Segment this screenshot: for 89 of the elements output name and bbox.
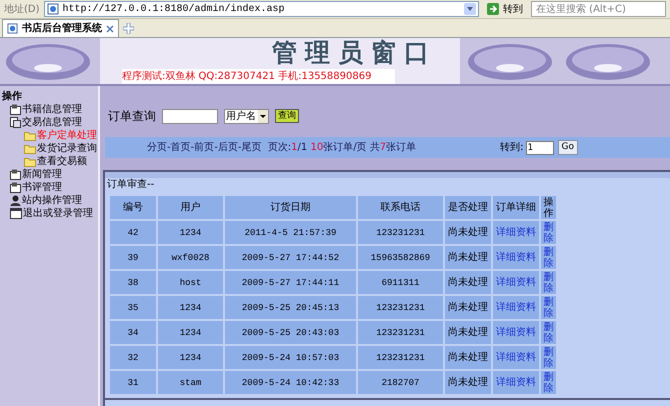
table-cell: wxf0028 [172,252,210,262]
delete-link[interactable]: 删除 [543,222,554,244]
arrow-icon [487,3,499,15]
delete-link[interactable]: 删除 [543,322,554,344]
banner-title: 管理员窗口 [272,39,437,67]
table-cell: 尚未处理 [448,277,488,288]
table-cell: 39 [128,252,138,262]
table-cell: 1234 [180,302,202,312]
table-cell: 2009-5-27 17:44:52 [242,252,340,262]
query-button[interactable]: 查询 [275,109,299,123]
go-page-button[interactable]: Go [558,140,578,155]
new-tab-icon[interactable] [123,23,134,34]
column-header: 是否处理 [445,196,491,219]
column-header: 用户 [158,196,223,219]
sidebar-item[interactable]: 发货记录查询 [37,142,97,155]
type-select[interactable]: 用户名 [224,108,269,124]
table-cell: 2011-4-5 21:57:39 [244,228,336,238]
column-header: 订货日期 [225,196,356,219]
sidebar-heading: 操作 [2,90,22,103]
delete-link[interactable]: 删除 [543,246,554,268]
table-cell: 2009-5-25 20:43:03 [242,328,340,338]
table-cell: 31 [128,378,138,388]
table-cell: 32 [128,352,138,362]
page-input[interactable]: 1 [526,140,554,154]
page-icon [7,23,18,34]
table-cell: 2009-5-27 17:44:11 [242,278,340,288]
table-cell: 35 [128,302,138,312]
table-cell: 1234 [180,328,202,338]
folder-icon [24,156,36,166]
folder-icon [24,130,36,140]
sidebar-item[interactable]: 书评管理 [22,181,62,194]
dropdown-icon[interactable] [258,110,268,122]
close-icon[interactable] [106,24,114,32]
search-field[interactable]: 在这里搜索 (Alt+C) [531,1,666,17]
table-cell: 尚未处理 [448,227,488,238]
column-header: 联系电话 [358,196,443,219]
url-text: http://127.0.0.1:8180/admin/index.asp [62,2,286,16]
pager-text: 分页-首页-前页-后页-尾页 页次:1/1 10张订单/页 共7张订单 [147,140,416,155]
search-label: 订单查询 [108,108,156,125]
window-icon [10,208,22,219]
browser-tab[interactable]: 书店后台管理系统 [2,19,119,37]
delete-link[interactable]: 删除 [543,296,554,318]
table-cell: stam [180,378,202,388]
column-header: 编号 [110,196,156,219]
table-cell: 尚未处理 [448,252,488,263]
sidebar-item[interactable]: 站内操作管理 [22,194,82,207]
goto-label: 转到: [500,141,524,155]
go-button[interactable]: 转到 [483,1,527,17]
table-cell: 42 [128,228,138,238]
table-cell: 123231231 [376,352,425,362]
table-cell: 尚未处理 [448,352,488,363]
banner-subtitle: 程序测试:双鱼林 QQ:287307421 手机:13558890869 [122,69,396,84]
address-field[interactable]: http://127.0.0.1:8180/admin/index.asp [44,1,479,17]
book-icon [10,104,21,115]
table-cell: 123231231 [376,328,425,338]
table-cell: 1234 [180,228,202,238]
table-cell: 2009-5-25 20:45:13 [242,302,340,312]
table-cell: 1234 [180,352,202,362]
address-label: 地址(D) [4,2,40,16]
table-cell: 6911311 [382,278,420,288]
sidebar-item[interactable]: 查看交易额 [37,155,87,168]
delete-link[interactable]: 删除 [543,272,554,294]
sidebar-item[interactable]: 书籍信息管理 [22,103,82,116]
search-input[interactable] [162,108,218,124]
table-cell: 34 [128,328,138,338]
sidebar-item[interactable]: 新闻管理 [22,168,62,181]
table-cell: 2182707 [382,378,420,388]
column-header: 订单详细 [493,196,539,219]
user-icon [10,195,21,206]
table-cell: 2009-5-24 10:57:03 [242,352,340,362]
page-icon [46,3,59,15]
delete-link[interactable]: 删除 [543,372,554,394]
table-cell: 2009-5-24 10:42:33 [242,378,340,388]
folder-icon [24,144,36,154]
panel-title: 订单审查-- [106,178,154,191]
table-cell: 尚未处理 [448,302,488,313]
sidebar-item[interactable]: 退出或登录管理 [23,207,93,220]
table-cell: 123231231 [376,302,425,312]
table-cell: 123231231 [376,228,425,238]
sidebar-item[interactable]: 交易信息管理 [22,116,82,129]
table-cell: 尚未处理 [448,327,488,338]
table-cell: host [180,278,202,288]
table-cell: 38 [128,278,138,288]
table-cell: 尚未处理 [448,377,488,388]
book-icon [10,182,21,193]
column-header: 操作 [541,196,556,219]
delete-link[interactable]: 删除 [543,346,554,368]
table-cell: 15963582869 [370,252,430,262]
book-icon [10,169,21,180]
